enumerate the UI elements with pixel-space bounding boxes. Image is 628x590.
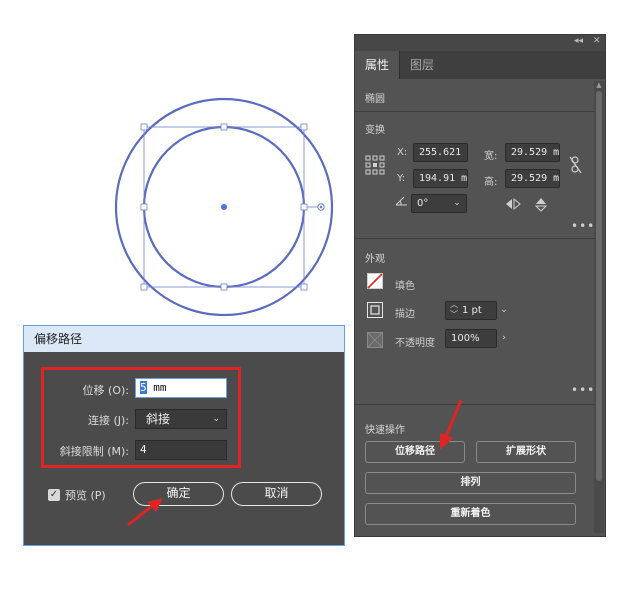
arrow-to-offset-path-button [440,399,463,450]
arrow-to-ok-button [127,498,163,527]
annotation-arrows [127,399,463,527]
